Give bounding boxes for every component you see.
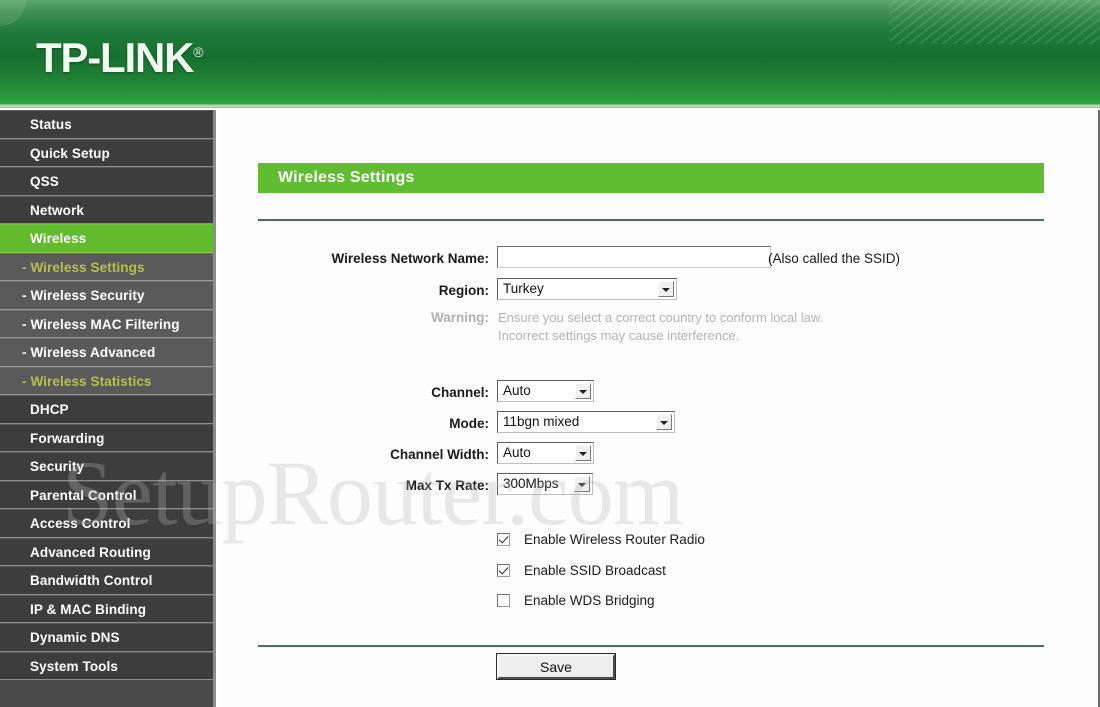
ssid-label: Wireless Network Name:: [331, 251, 489, 266]
channel-width-select[interactable]: Auto: [497, 442, 594, 464]
sidebar-item-quick-setup[interactable]: Quick Setup: [0, 138, 213, 167]
sidebar-item-dhcp[interactable]: DHCP: [0, 395, 213, 424]
warning-line-1: Ensure you select a correct country to c…: [498, 310, 824, 325]
logo-text: TP-LINK: [36, 34, 194, 81]
warning-label: Warning:: [431, 310, 489, 325]
sidebar-navigation: Status Quick Setup QSS Network Wireless - Wir…: [0, 110, 216, 707]
header-diagonal-pattern: [890, 0, 1100, 44]
mode-select[interactable]: 11bgn mixed: [497, 411, 675, 433]
registered-trademark-icon: ®: [193, 44, 204, 60]
max-tx-rate-label: Max Tx Rate:: [405, 478, 489, 493]
sidebar-item-forwarding[interactable]: Forwarding: [0, 423, 213, 452]
save-button[interactable]: Save: [496, 653, 616, 680]
channel-select[interactable]: Auto: [497, 380, 594, 402]
sidebar-item-dynamic-dns[interactable]: Dynamic DNS: [0, 623, 213, 652]
checkbox-label: Enable WDS Bridging: [524, 592, 655, 608]
main-content-panel: Wireless Settings Wireless Network Name:…: [219, 110, 1100, 707]
sidebar-item-security[interactable]: Security: [0, 452, 213, 481]
warning-line-2: Incorrect settings may cause interferenc…: [498, 328, 740, 343]
checkbox-row-enable-wireless-router-radio[interactable]: Enable Wireless Router Radio: [497, 531, 705, 551]
checkbox-row-enable-ssid-broadcast[interactable]: Enable SSID Broadcast: [497, 562, 666, 582]
channel-width-select-value: Auto: [503, 445, 531, 460]
sidebar-item-wireless-security[interactable]: - Wireless Security: [0, 281, 213, 310]
sidebar-item-wireless[interactable]: Wireless: [0, 224, 213, 253]
bottom-divider: [258, 645, 1044, 648]
page-header: TP-LINK®: [0, 0, 1100, 108]
sidebar-item-wireless-advanced[interactable]: - Wireless Advanced: [0, 338, 213, 367]
ssid-input[interactable]: [497, 246, 771, 268]
max-tx-rate-select-value: 300Mbps: [503, 476, 559, 491]
mode-label: Mode:: [449, 416, 489, 431]
checkbox-unchecked-icon[interactable]: [497, 593, 510, 607]
sidebar-item-qss[interactable]: QSS: [0, 167, 213, 196]
sidebar-item-network[interactable]: Network: [0, 195, 213, 224]
region-label: Region:: [438, 283, 489, 298]
mode-select-value: 11bgn mixed: [503, 414, 580, 429]
checkbox-label: Enable SSID Broadcast: [524, 562, 666, 578]
sidebar-item-access-control[interactable]: Access Control: [0, 509, 213, 538]
top-divider: [258, 219, 1044, 222]
region-select[interactable]: Turkey: [497, 278, 677, 300]
tp-link-logo: TP-LINK®: [36, 34, 204, 82]
sidebar-item-system-tools[interactable]: System Tools: [0, 651, 213, 680]
checkbox-checked-icon[interactable]: [497, 563, 510, 577]
chevron-down-icon[interactable]: [574, 476, 590, 492]
checkbox-checked-icon[interactable]: [497, 532, 510, 546]
chevron-down-icon[interactable]: [658, 281, 674, 297]
chevron-down-icon[interactable]: [575, 383, 591, 399]
channel-select-value: Auto: [503, 383, 531, 398]
channel-width-label: Channel Width:: [390, 447, 489, 462]
sidebar-item-status[interactable]: Status: [0, 110, 213, 139]
header-bottom-edge: [0, 104, 1100, 108]
sidebar-item-bandwidth-control[interactable]: Bandwidth Control: [0, 566, 213, 595]
sidebar-item-wireless-statistics[interactable]: - Wireless Statistics: [0, 366, 213, 395]
sidebar-item-wireless-settings[interactable]: - Wireless Settings: [0, 252, 213, 281]
sidebar-item-parental-control[interactable]: Parental Control: [0, 480, 213, 509]
sidebar-item-advanced-routing[interactable]: Advanced Routing: [0, 537, 213, 566]
sidebar-item-ip-mac-binding[interactable]: IP & MAC Binding: [0, 594, 213, 623]
region-select-value: Turkey: [503, 281, 544, 296]
checkbox-label: Enable Wireless Router Radio: [524, 531, 705, 547]
channel-label: Channel:: [431, 385, 489, 400]
ssid-hint: (Also called the SSID): [768, 251, 901, 266]
chevron-down-icon[interactable]: [575, 445, 591, 461]
page-title: Wireless Settings: [258, 163, 1044, 193]
checkbox-row-enable-wds-bridging[interactable]: Enable WDS Bridging: [497, 592, 655, 612]
router-admin-page: TP-LINK® Status Quick Setup QSS Network Wire…: [0, 0, 1100, 707]
max-tx-rate-select[interactable]: 300Mbps: [497, 473, 593, 495]
chevron-down-icon[interactable]: [656, 414, 672, 430]
sidebar-item-wireless-mac-filtering[interactable]: - Wireless MAC Filtering: [0, 309, 213, 338]
